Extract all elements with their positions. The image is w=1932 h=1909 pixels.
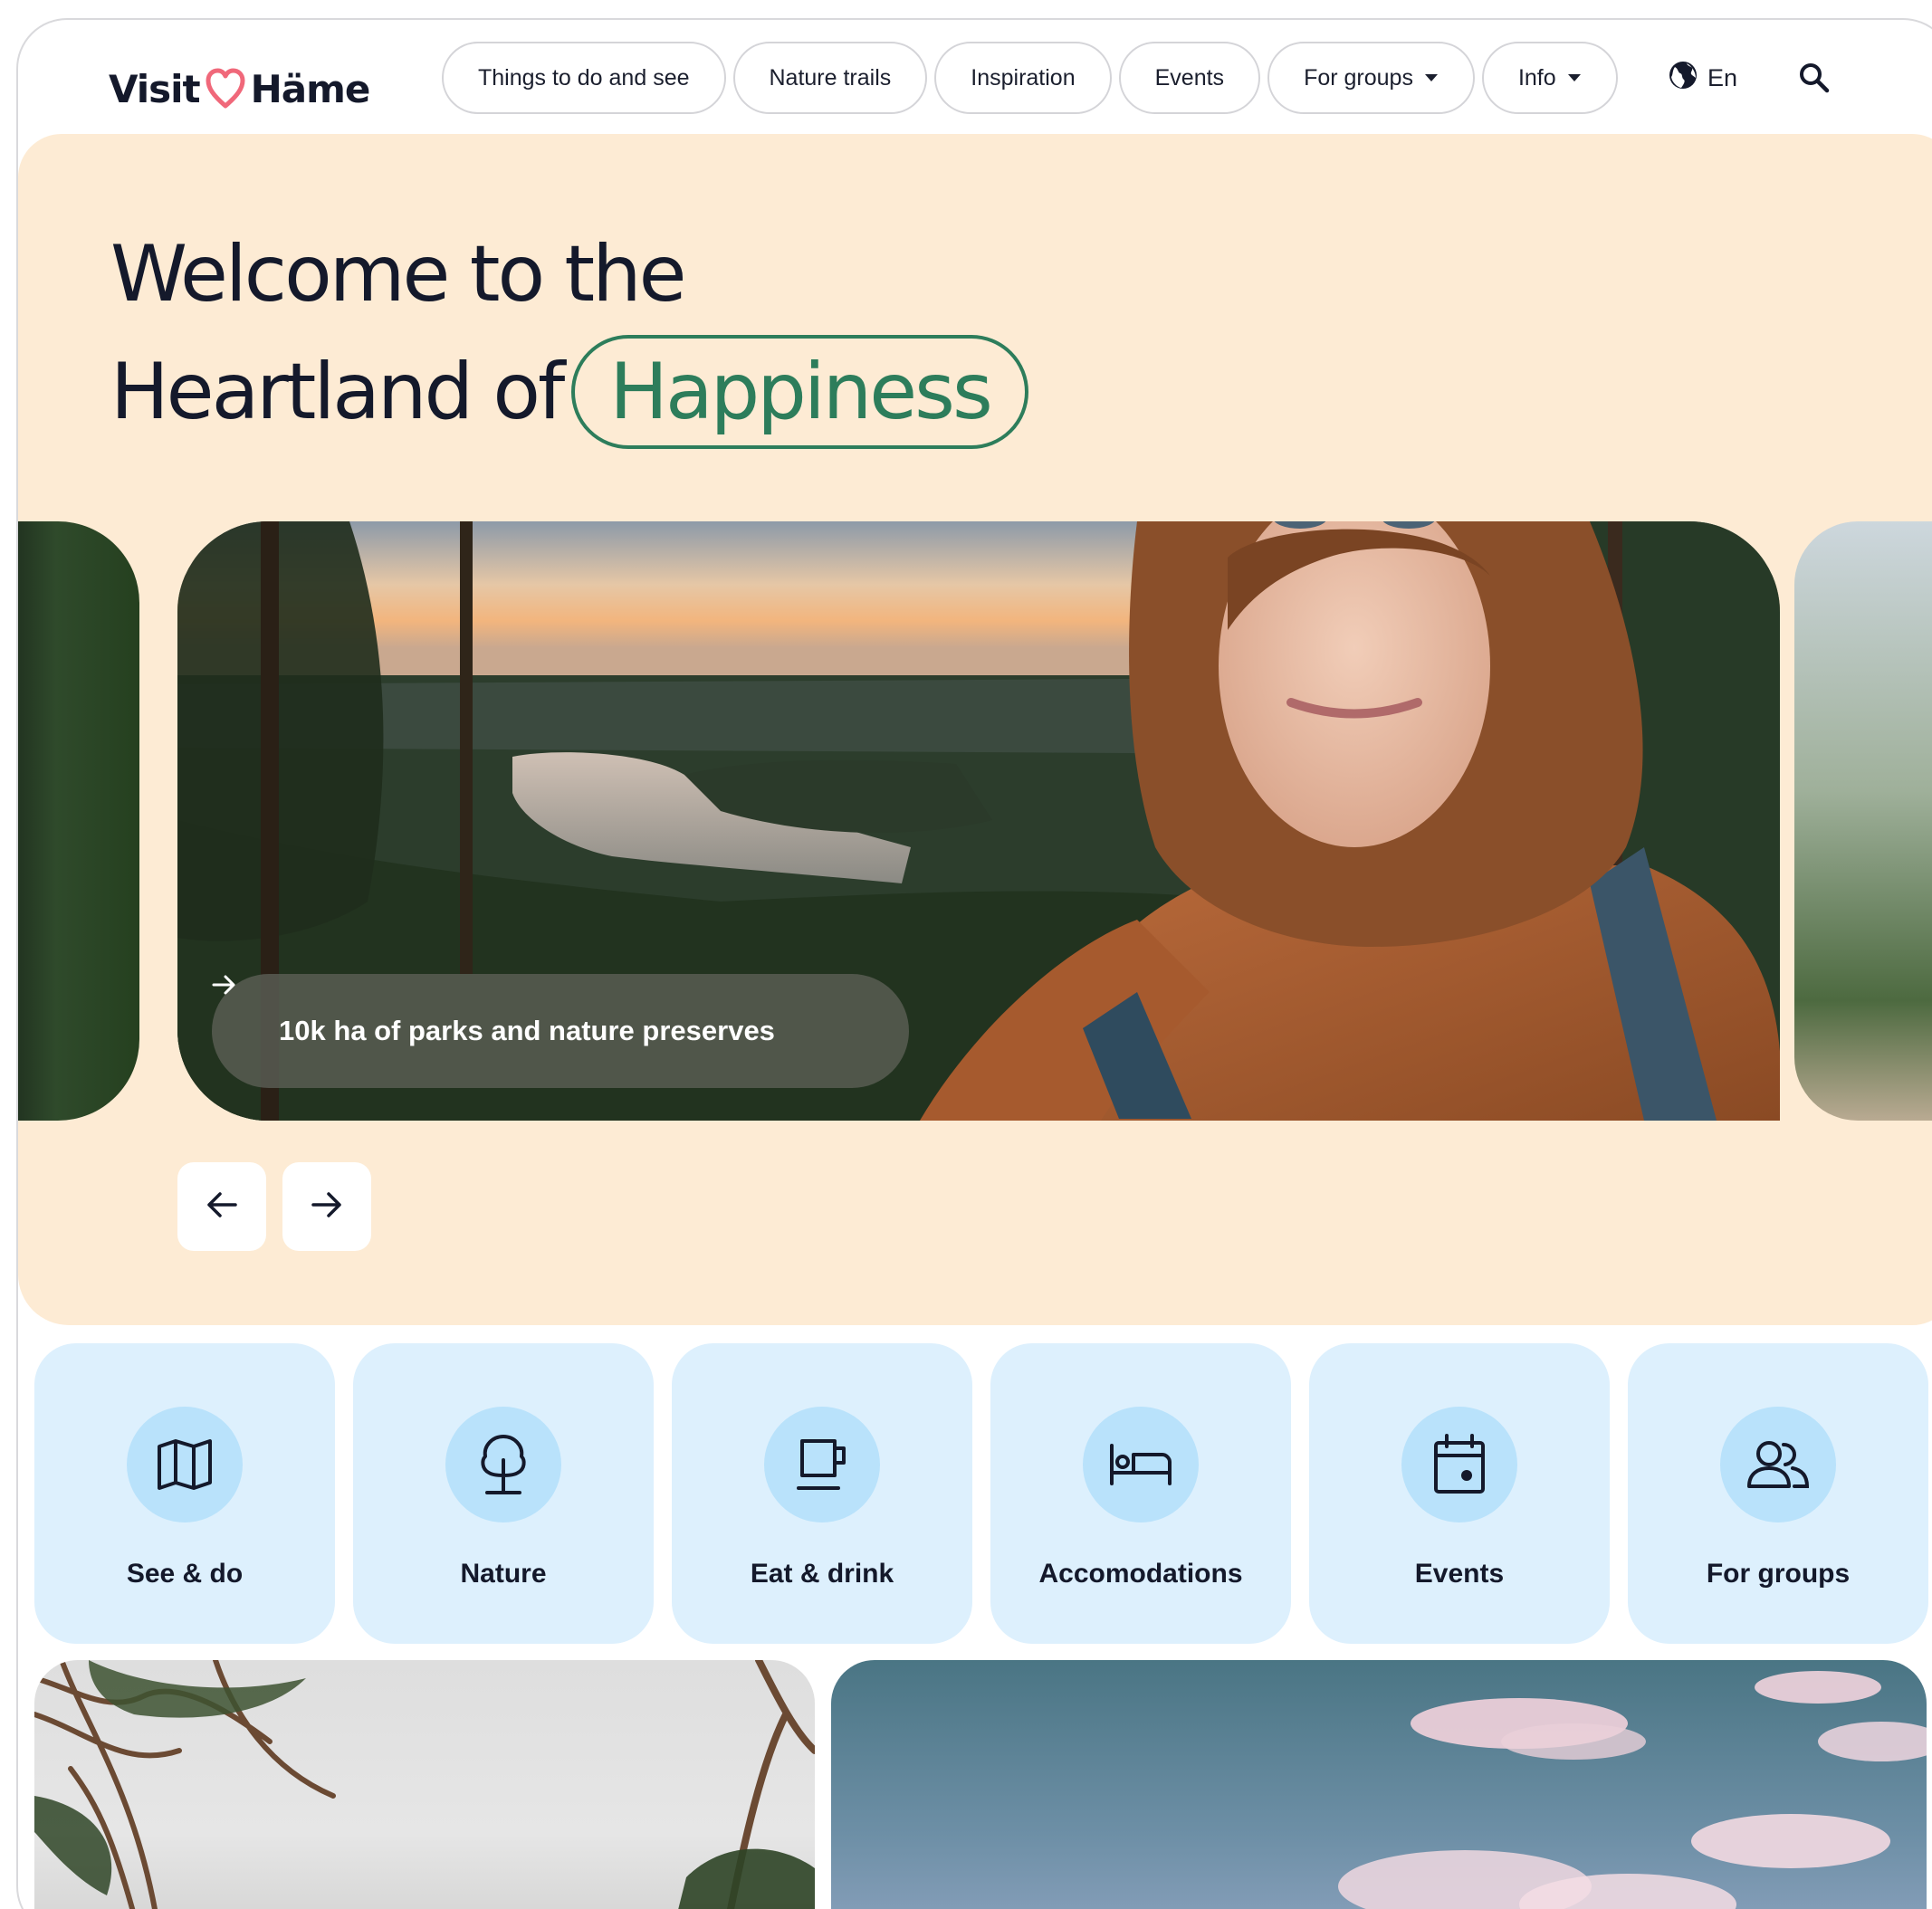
main-nav: Things to do and see Nature trails Inspi…: [442, 42, 1618, 114]
category-accomodations[interactable]: Accomodations: [990, 1343, 1291, 1644]
category-events[interactable]: Events: [1309, 1343, 1610, 1644]
hero-title-highlight: Happiness: [571, 335, 1028, 449]
forest-photo: [34, 1660, 815, 1909]
nav-inspiration[interactable]: Inspiration: [934, 42, 1112, 114]
hero-title-line2-wrapper: Heartland of Happiness: [110, 333, 1028, 451]
nav-nature-trails[interactable]: Nature trails: [732, 42, 928, 114]
nav-for-groups-dropdown[interactable]: For groups: [1267, 42, 1475, 114]
feature-card-sky[interactable]: [831, 1660, 1927, 1909]
carousel-slide-current: 10k ha of parks and nature preserves: [177, 521, 1780, 1121]
carousel-slide-previous[interactable]: [18, 521, 139, 1121]
carousel-next-button[interactable]: [282, 1162, 371, 1251]
caret-down-icon: [1424, 73, 1439, 82]
search-icon[interactable]: [1798, 62, 1831, 94]
nav-info-dropdown[interactable]: Info: [1481, 42, 1618, 114]
heart-icon: [206, 68, 245, 110]
visit-hame-logo[interactable]: Visit Häme: [109, 52, 371, 125]
category-grid: See & do Nature Eat & drink Accomodation…: [34, 1343, 1928, 1644]
bed-icon: [1083, 1407, 1199, 1522]
hero-section: Welcome to the Heartland of Happiness 10…: [18, 134, 1932, 1325]
calendar-icon: [1401, 1407, 1517, 1522]
arrow-right-icon: [311, 1190, 343, 1224]
map-icon: [127, 1407, 243, 1522]
nav-label: Inspiration: [971, 64, 1076, 91]
sky-photo: [1338, 1671, 1927, 1909]
logo-text-hame: Häme: [250, 66, 371, 111]
nav-label: Nature trails: [769, 64, 892, 91]
language-label: En: [1707, 63, 1738, 91]
slide-caption-text: 10k ha of parks and nature preserves: [279, 1015, 775, 1046]
feature-card-forest[interactable]: [34, 1660, 815, 1909]
nav-events[interactable]: Events: [1118, 42, 1261, 114]
language-selector[interactable]: En: [1668, 42, 1737, 114]
category-nature[interactable]: Nature: [353, 1343, 654, 1644]
category-eat-and-drink[interactable]: Eat & drink: [672, 1343, 972, 1644]
nav-label: Info: [1517, 64, 1556, 91]
category-label: For groups: [1706, 1559, 1851, 1589]
category-label: Accomodations: [1038, 1559, 1243, 1589]
nav-label: For groups: [1304, 64, 1413, 91]
group-icon: [1720, 1407, 1836, 1522]
category-label: Eat & drink: [750, 1559, 894, 1589]
slide-caption-link[interactable]: 10k ha of parks and nature preserves: [212, 974, 909, 1088]
coffee-cup-icon: [764, 1407, 880, 1522]
nav-label: Things to do and see: [478, 64, 690, 91]
globe-icon: [1668, 60, 1698, 97]
hero-title-line2: Heartland of: [110, 347, 565, 437]
nav-things-to-do[interactable]: Things to do and see: [442, 42, 726, 114]
category-label: Events: [1414, 1559, 1505, 1589]
carousel-prev-button[interactable]: [177, 1162, 266, 1251]
carousel-slide-next[interactable]: [1794, 521, 1932, 1121]
hero-title: Welcome to the Heartland of Happiness: [110, 215, 1028, 451]
browser-frame: Visit Häme Things to do and see Nature t…: [16, 18, 1932, 1909]
arrow-left-icon: [206, 1190, 238, 1224]
hero-title-line1: Welcome to the: [110, 229, 687, 320]
tree-icon: [445, 1407, 561, 1522]
caret-down-icon: [1567, 73, 1582, 82]
category-label: Nature: [460, 1559, 547, 1589]
category-label: See & do: [126, 1559, 244, 1589]
category-for-groups[interactable]: For groups: [1628, 1343, 1928, 1644]
nav-label: Events: [1154, 64, 1225, 91]
logo-text-visit: Visit: [109, 66, 201, 111]
category-see-and-do[interactable]: See & do: [34, 1343, 335, 1644]
